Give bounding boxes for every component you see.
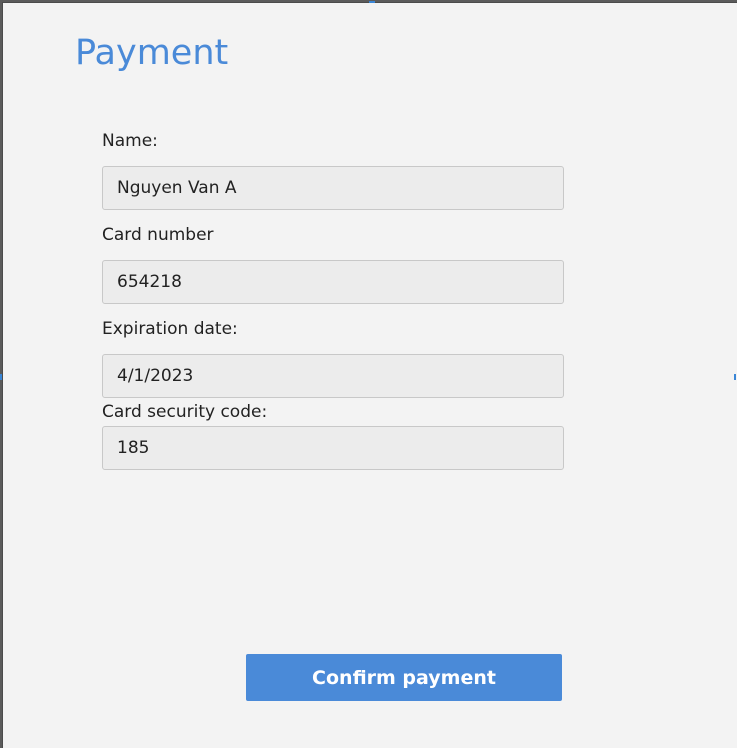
page-title: Payment	[75, 33, 229, 73]
name-label: Name:	[102, 131, 158, 151]
confirm-payment-button[interactable]: Confirm payment	[246, 654, 562, 701]
payment-window: Payment Name: Card number Expiration dat…	[0, 1, 737, 748]
card-number-field[interactable]	[102, 260, 564, 304]
resize-handle-left[interactable]	[0, 374, 2, 380]
security-code-label: Card security code:	[102, 402, 268, 422]
expiration-date-label: Expiration date:	[102, 319, 238, 339]
security-code-field[interactable]	[102, 426, 564, 470]
expiration-date-field[interactable]	[102, 354, 564, 398]
name-field[interactable]	[102, 166, 564, 210]
resize-handle-top[interactable]	[369, 1, 375, 3]
card-number-label: Card number	[102, 225, 214, 245]
resize-handle-right[interactable]	[734, 374, 736, 380]
